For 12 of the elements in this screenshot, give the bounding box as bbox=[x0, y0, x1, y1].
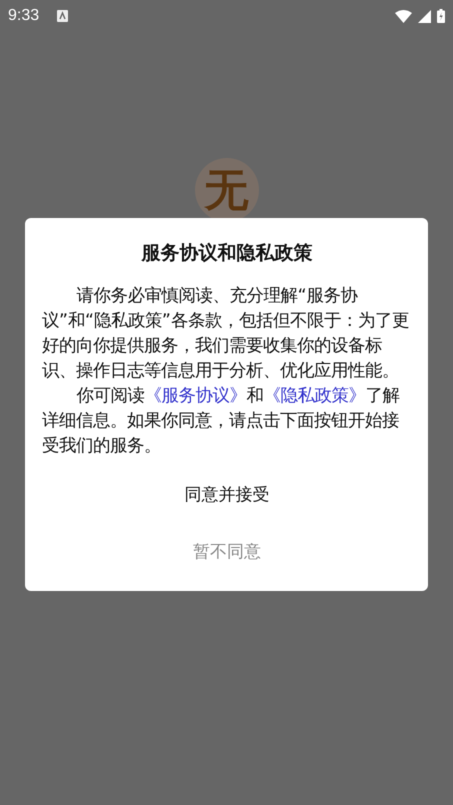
agree-button[interactable]: 同意并接受 bbox=[164, 477, 290, 512]
status-time: 9:33 bbox=[8, 7, 40, 25]
policy-link[interactable]: 《服务协议》 bbox=[144, 386, 247, 406]
battery-icon bbox=[437, 9, 445, 23]
wifi-icon bbox=[395, 10, 412, 22]
policy-link[interactable]: 《隐私政策》 bbox=[264, 386, 366, 406]
paragraph: 你可阅读《服务协议》和《隐私政策》了解详细信息。如果你同意，请点击下面按钮开始接受我们的服务。 bbox=[42, 385, 401, 458]
signal-icon bbox=[418, 10, 431, 22]
dialog-title: 服务协议和隐私政策 bbox=[140, 241, 314, 266]
paragraph: 请你务必审慎阅读、充分理解“服务协议”和“隐私政策”各条款，包括但不限于：为了更好的向你提供服务，我们需要收集你的设备标识、操作日志等信息用于分析、优化应用性能。 bbox=[42, 285, 410, 383]
notification-icon bbox=[57, 10, 68, 22]
decline-button[interactable]: 暂不同意 bbox=[173, 534, 281, 569]
